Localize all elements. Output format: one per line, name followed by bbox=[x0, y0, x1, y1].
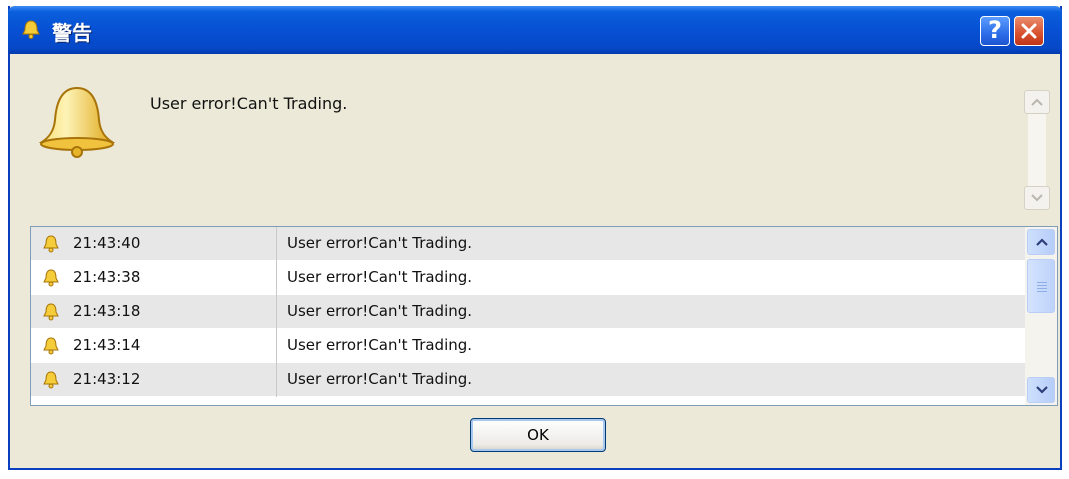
alert-text: User error!Can't Trading. bbox=[287, 370, 473, 388]
bell-icon bbox=[43, 337, 59, 355]
grip-line bbox=[1037, 285, 1047, 286]
list-item[interactable]: 21:43:40 User error!Can't Trading. bbox=[31, 227, 1025, 261]
list-item[interactable]: 21:43:12 User error!Can't Trading. bbox=[31, 363, 1025, 397]
alert-time: 21:43:38 bbox=[73, 268, 141, 286]
ok-button[interactable]: OK bbox=[470, 418, 606, 452]
alert-time: 21:43:12 bbox=[73, 370, 141, 388]
alert-time: 21:43:18 bbox=[73, 302, 141, 320]
alert-message: User error!Can't Trading. bbox=[150, 94, 348, 113]
chevron-up-icon bbox=[1036, 238, 1048, 246]
bell-icon bbox=[43, 303, 59, 321]
title-bar[interactable]: 警告 ? bbox=[8, 6, 1062, 54]
list-item[interactable]: 21:43:38 User error!Can't Trading. bbox=[31, 261, 1025, 295]
alert-time: 21:43:14 bbox=[73, 336, 141, 354]
scroll-up-button[interactable] bbox=[1027, 229, 1055, 255]
bell-icon bbox=[43, 235, 59, 253]
list-item[interactable]: 21:43:14 User error!Can't Trading. bbox=[31, 329, 1025, 363]
alert-text: User error!Can't Trading. bbox=[287, 268, 473, 286]
window-title: 警告 bbox=[52, 21, 92, 45]
message-scrollbar[interactable] bbox=[1024, 90, 1052, 220]
scroll-up-button[interactable] bbox=[1024, 90, 1050, 114]
alert-time: 21:43:40 bbox=[73, 234, 141, 252]
alert-text: User error!Can't Trading. bbox=[287, 234, 473, 252]
column-divider bbox=[276, 261, 277, 295]
help-button[interactable]: ? bbox=[980, 16, 1010, 46]
bell-icon bbox=[38, 86, 116, 158]
column-divider bbox=[276, 295, 277, 329]
log-scrollbar[interactable] bbox=[1025, 227, 1057, 405]
grip-line bbox=[1037, 291, 1047, 292]
close-button[interactable] bbox=[1014, 16, 1044, 46]
chevron-up-icon bbox=[1031, 98, 1043, 106]
scroll-down-button[interactable] bbox=[1027, 377, 1055, 403]
alert-text: User error!Can't Trading. bbox=[287, 302, 473, 320]
chevron-down-icon bbox=[1036, 386, 1048, 394]
bell-icon bbox=[22, 20, 40, 39]
column-divider bbox=[276, 363, 277, 397]
scrollbar-thumb[interactable] bbox=[1027, 259, 1055, 313]
chevron-down-icon bbox=[1031, 194, 1043, 202]
scrollbar-track[interactable] bbox=[1028, 114, 1046, 186]
alert-log-list[interactable]: 21:43:40 User error!Can't Trading. 21:43… bbox=[30, 226, 1058, 406]
bell-icon bbox=[43, 371, 59, 389]
column-divider bbox=[276, 329, 277, 363]
scroll-down-button[interactable] bbox=[1024, 186, 1050, 210]
column-divider bbox=[276, 227, 277, 261]
close-icon bbox=[1021, 23, 1037, 39]
grip-line bbox=[1037, 288, 1047, 289]
alert-text: User error!Can't Trading. bbox=[287, 336, 473, 354]
bell-icon bbox=[43, 269, 59, 287]
list-item[interactable]: 21:43:18 User error!Can't Trading. bbox=[31, 295, 1025, 329]
grip-line bbox=[1037, 282, 1047, 283]
alert-dialog: 警告 ? User error!Can't Trading. 21:43:40 … bbox=[8, 6, 1062, 470]
